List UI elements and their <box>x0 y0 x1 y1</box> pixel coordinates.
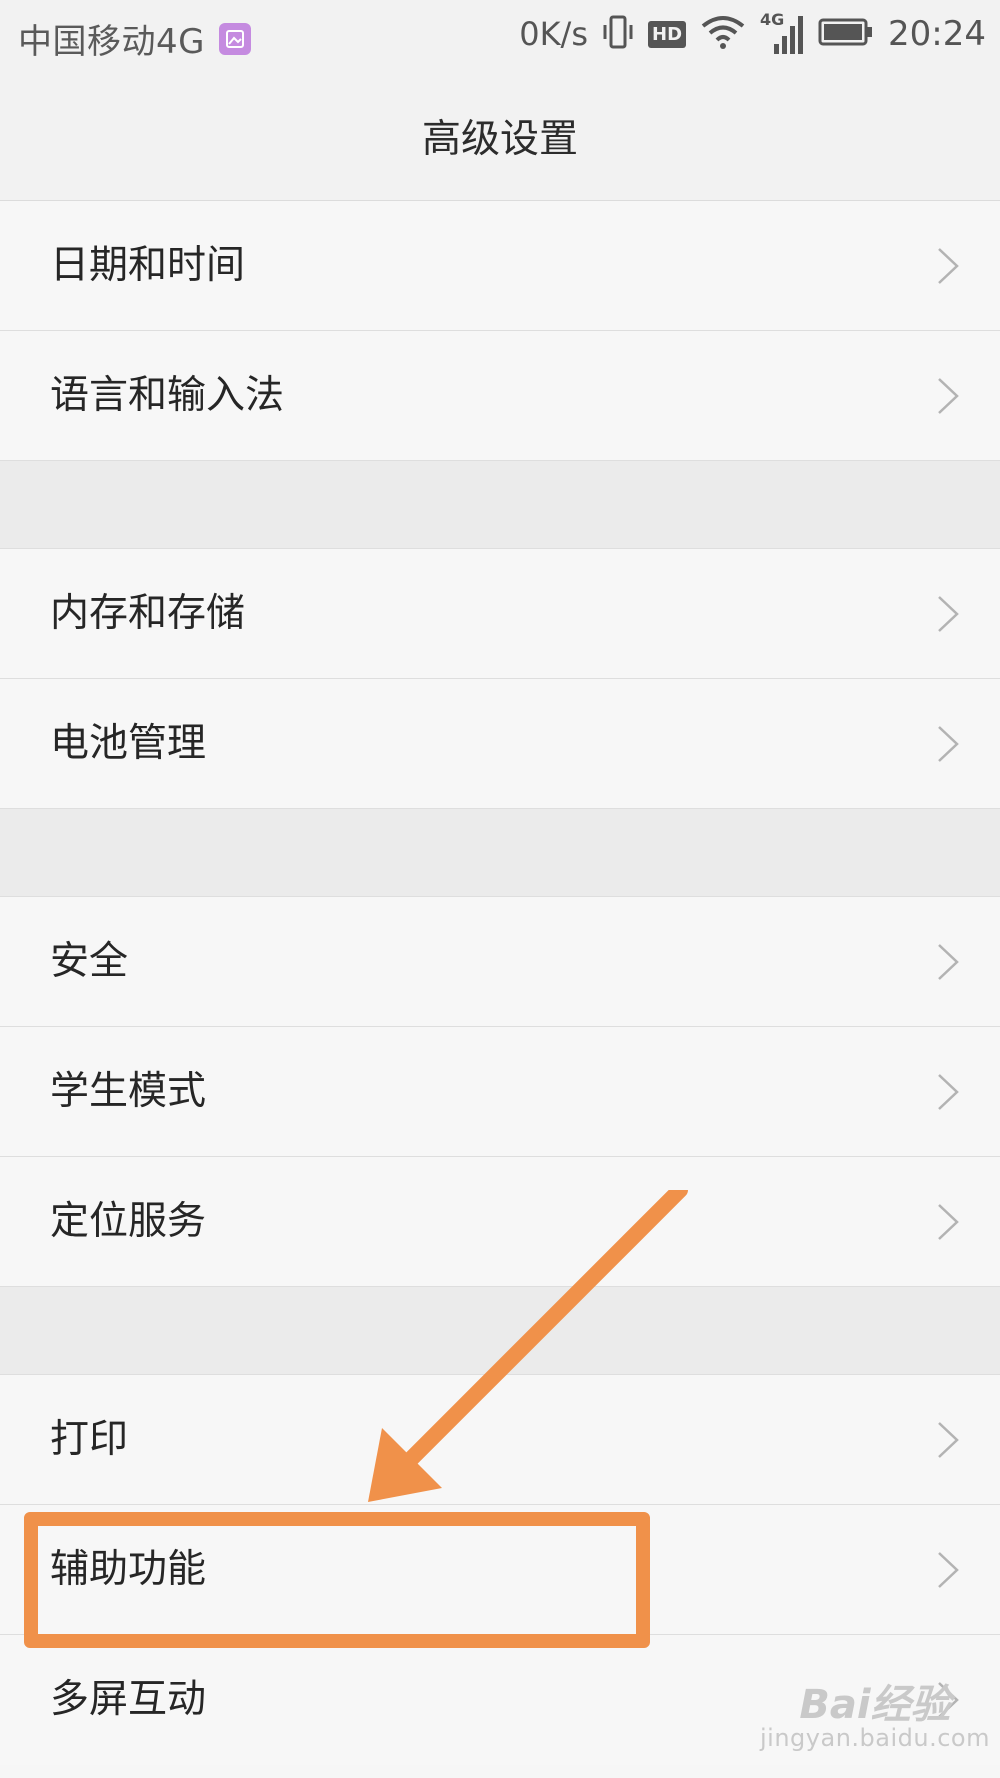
section-divider <box>0 461 1000 549</box>
title-bar: 高级设置 <box>0 72 1000 201</box>
carrier-label: 中国移动4G <box>18 22 205 62</box>
settings-item-label: 电池管理 <box>50 721 207 766</box>
settings-item-label: 学生模式 <box>50 1069 207 1114</box>
settings-item-label: 多屏互动 <box>50 1677 207 1722</box>
hd-voice-badge: HD <box>648 20 687 48</box>
settings-item-label: 定位服务 <box>50 1199 207 1244</box>
settings-item-battery[interactable]: 电池管理 <box>0 679 1000 809</box>
page-title: 高级设置 <box>421 117 578 162</box>
chevron-right-icon <box>938 944 959 980</box>
clock: 20:24 <box>888 14 986 54</box>
vibrate-icon <box>602 13 634 55</box>
settings-item-label: 日期和时间 <box>50 243 246 288</box>
chevron-right-icon <box>938 1074 959 1110</box>
highlight-box <box>24 1512 650 1648</box>
settings-item-security[interactable]: 安全 <box>0 897 1000 1027</box>
settings-item-date-time[interactable]: 日期和时间 <box>0 201 1000 331</box>
settings-item-label: 内存和存储 <box>50 591 246 636</box>
status-bar: 中国移动4G 0K/s HD 4G 20:24 <box>0 0 1000 72</box>
chevron-right-icon <box>938 1422 959 1458</box>
battery-icon <box>818 17 874 51</box>
chevron-right-icon <box>938 1204 959 1240</box>
settings-item-student-mode[interactable]: 学生模式 <box>0 1027 1000 1157</box>
section-divider <box>0 809 1000 897</box>
gallery-notification-icon <box>218 22 251 55</box>
chevron-right-icon <box>938 1552 959 1588</box>
baidu-jingyan-watermark: Bai经验 jingyan.baidu.com <box>760 1672 990 1752</box>
watermark-brand: Bai经验 <box>799 1682 951 1728</box>
settings-item-memory-storage[interactable]: 内存和存储 <box>0 549 1000 679</box>
chevron-right-icon <box>938 378 959 414</box>
cellular-signal-icon: 4G <box>760 10 804 56</box>
settings-item-language-input[interactable]: 语言和输入法 <box>0 331 1000 461</box>
wifi-icon <box>700 14 746 54</box>
annotation-arrow-icon <box>368 1190 688 1502</box>
chevron-right-icon <box>938 726 959 762</box>
network-speed: 0K/s <box>519 15 588 53</box>
settings-item-label: 安全 <box>50 939 129 984</box>
settings-item-label: 打印 <box>50 1417 129 1462</box>
chevron-right-icon <box>938 596 959 632</box>
settings-item-label: 语言和输入法 <box>50 373 285 418</box>
watermark-url: jingyan.baidu.com <box>760 1724 990 1752</box>
chevron-right-icon <box>938 248 959 284</box>
